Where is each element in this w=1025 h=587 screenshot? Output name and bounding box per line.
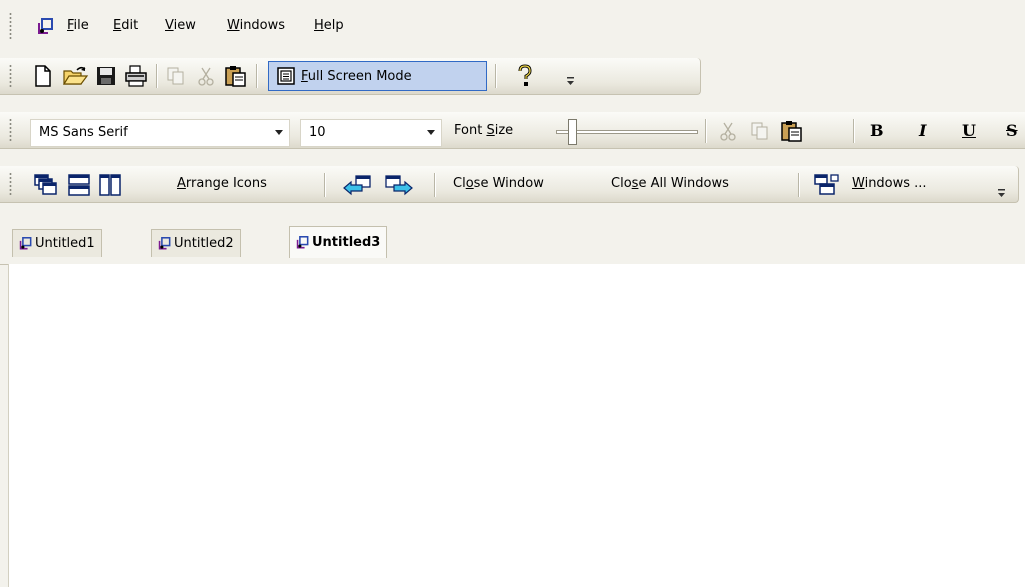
tab-label: Untitled3 [312,235,381,250]
toolbar-separator [434,173,436,197]
app-document-icon[interactable] [36,18,56,36]
standard-toolbar-grip[interactable] [9,64,12,88]
cut-icon[interactable] [720,121,736,141]
toolbar-separator [853,119,855,143]
toolbar-separator [156,64,158,88]
paste-icon[interactable] [224,65,248,87]
previous-window-icon[interactable] [342,174,372,196]
document-editor-area[interactable] [8,264,1025,587]
full-screen-icon [277,67,295,85]
font-name-select[interactable]: MS Sans Serif [30,119,290,147]
font-size-select[interactable]: 10 [300,119,442,147]
document-tab-strip: Untitled1 Untitled2 Untitled3 [0,222,1025,265]
menu-file[interactable]: File [67,18,89,33]
menu-windows[interactable]: Windows [227,18,285,33]
toolbar-overflow-icon[interactable] [997,186,1006,200]
close-window-button[interactable]: Close Window [453,176,544,191]
font-size-slider-label: Font Size [454,123,514,138]
chevron-down-icon[interactable] [427,130,435,135]
strikethrough-button[interactable]: S [1006,121,1018,140]
full-screen-mode-button[interactable]: Full Screen Mode [268,61,487,91]
tab-label: Untitled1 [35,236,95,251]
tab-untitled3[interactable]: Untitled3 [289,226,388,258]
tab-label: Untitled2 [174,236,234,251]
toolbar-overflow-icon[interactable] [566,74,575,88]
print-icon[interactable] [124,65,148,87]
save-icon[interactable] [96,66,116,86]
toolbar-separator [705,119,707,143]
next-window-icon[interactable] [384,174,414,196]
arrange-icons-button[interactable]: Arrange Icons [177,176,267,191]
cut-icon[interactable] [198,66,214,86]
bold-button[interactable]: B [870,121,884,140]
font-name-value: MS Sans Serif [39,125,128,140]
document-icon [158,236,171,249]
menu-bar-grip[interactable] [9,12,12,40]
underline-button[interactable]: U [962,121,976,140]
italic-button[interactable]: I [919,121,926,140]
tile-vertical-icon[interactable] [99,174,121,196]
tab-untitled1[interactable]: Untitled1 [12,229,102,257]
font-size-slider-track[interactable] [556,130,698,134]
tile-horizontal-icon[interactable] [68,174,90,196]
full-screen-mode-label: Full Screen Mode [301,68,412,84]
toolbar-separator [495,64,497,88]
window-toolbar-grip[interactable] [9,172,12,196]
menu-help[interactable]: Help [314,18,344,33]
format-toolbar-grip[interactable] [9,118,12,142]
close-all-windows-button[interactable]: Close All Windows [611,176,729,191]
tab-untitled2[interactable]: Untitled2 [151,229,241,257]
windows-dialog-button[interactable]: Windows ... [852,176,927,191]
menu-bar: File Edit View Windows Help [0,0,1025,52]
menu-edit[interactable]: Edit [113,18,138,33]
windows-list-icon[interactable] [814,174,840,196]
chevron-down-icon[interactable] [275,130,283,135]
open-folder-icon[interactable] [63,65,89,87]
font-size-slider-thumb[interactable] [568,119,577,145]
new-file-icon[interactable] [34,65,52,87]
copy-icon[interactable] [750,121,770,141]
menu-view[interactable]: View [165,18,196,33]
toolbar-separator [324,173,326,197]
help-icon[interactable] [517,64,533,88]
cascade-windows-icon[interactable] [34,174,58,196]
paste-icon[interactable] [780,120,804,142]
font-size-value: 10 [309,125,326,140]
document-icon [19,236,32,249]
copy-icon[interactable] [166,66,186,86]
standard-toolbar: Full Screen Mode [0,58,701,95]
toolbar-separator [798,173,800,197]
toolbar-separator [256,64,258,88]
document-icon [296,235,309,248]
